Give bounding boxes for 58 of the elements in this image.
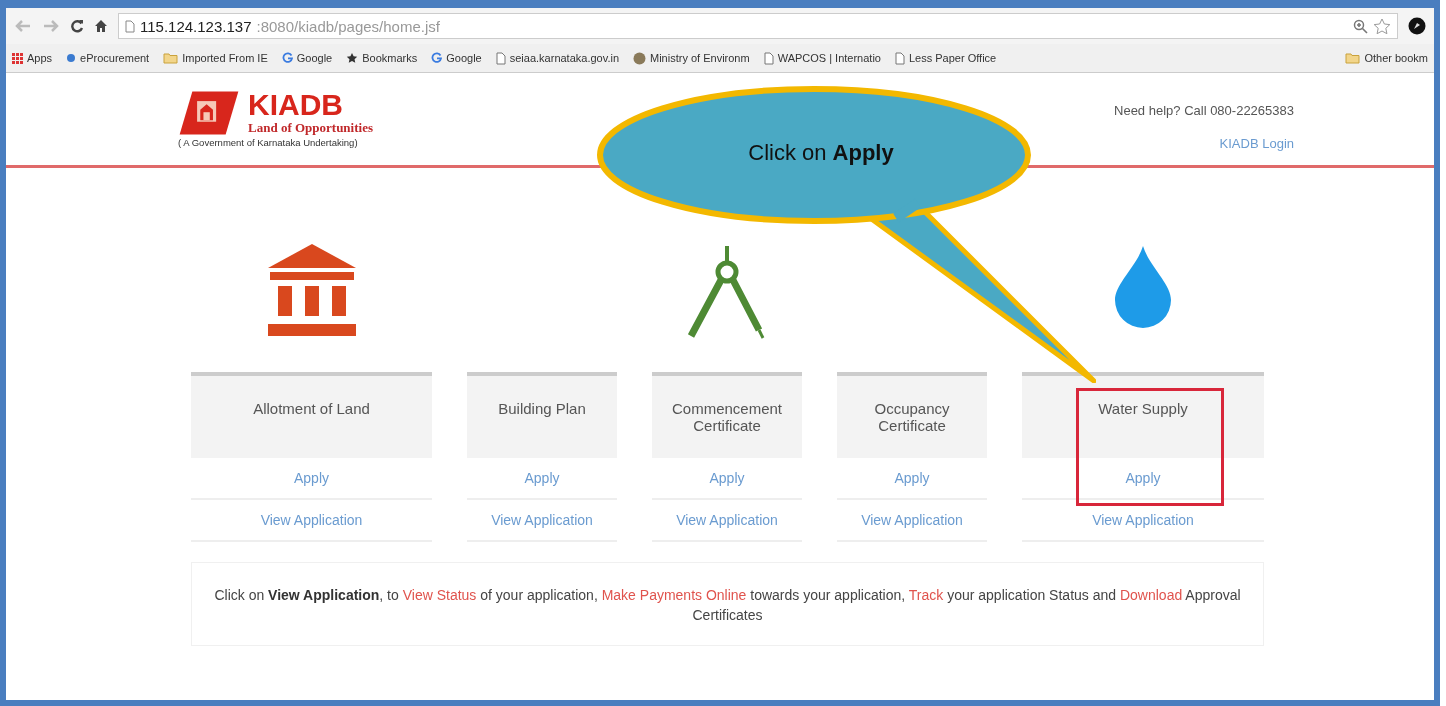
logo-icon xyxy=(178,90,240,136)
apply-link[interactable]: Apply xyxy=(837,458,987,500)
service-title: Building Plan xyxy=(467,376,617,458)
apply-link[interactable]: Apply xyxy=(1022,458,1264,500)
apply-link[interactable]: Apply xyxy=(467,458,617,500)
note-link[interactable]: Make Payments Online xyxy=(601,587,747,603)
view-application-link[interactable]: View Application xyxy=(837,500,987,542)
folder-icon xyxy=(1345,52,1361,64)
note-link[interactable]: Track xyxy=(908,587,944,603)
folder-icon xyxy=(163,52,179,64)
star-icon[interactable] xyxy=(1373,17,1391,35)
bookmark-item[interactable]: eProcurement xyxy=(66,52,150,64)
extension-icon[interactable] xyxy=(1408,17,1426,35)
service-title: Allotment of Land xyxy=(191,376,432,458)
google-icon xyxy=(281,52,293,64)
compass-icon xyxy=(687,244,767,340)
star-icon xyxy=(346,52,359,64)
page-icon xyxy=(495,51,506,65)
view-application-link[interactable]: View Application xyxy=(467,500,617,542)
bookmark-item[interactable]: Google xyxy=(431,52,482,64)
reload-icon[interactable] xyxy=(70,19,84,33)
help-text: Need help? Call 080-22265383 xyxy=(1114,103,1294,118)
dot-icon xyxy=(66,53,77,63)
callout-text: Click on Apply xyxy=(747,140,895,166)
service-title: Commencement Certificate xyxy=(652,376,802,458)
globe-icon xyxy=(633,51,646,65)
login-link[interactable]: KIADB Login xyxy=(1219,136,1294,151)
bookmark-item[interactable]: Other bookm xyxy=(1345,52,1428,64)
apply-link[interactable]: Apply xyxy=(191,458,432,500)
page-icon xyxy=(763,51,774,65)
home-icon[interactable] xyxy=(94,19,108,33)
zoom-icon[interactable] xyxy=(1353,18,1368,34)
note-link[interactable]: Download xyxy=(1119,587,1183,603)
bookmark-item[interactable]: WAPCOS | Internatio xyxy=(763,51,881,65)
view-application-link[interactable]: View Application xyxy=(1022,500,1264,542)
view-application-link[interactable]: View Application xyxy=(191,500,432,542)
view-application-link[interactable]: View Application xyxy=(652,500,802,542)
apps-icon xyxy=(12,52,23,64)
service-title: Occupancy Certificate xyxy=(837,376,987,458)
google-icon xyxy=(431,52,443,64)
address-field[interactable]: 115.124.123.137 :8080/kiadb/pages/home.jsf xyxy=(118,13,1398,39)
bookmark-item[interactable]: Imported From IE xyxy=(163,52,268,64)
bookmark-item[interactable]: Ministry of Environm xyxy=(633,51,750,65)
bookmark-item[interactable]: Google xyxy=(281,52,333,64)
bookmark-item[interactable]: seiaa.karnataka.gov.in xyxy=(495,51,619,65)
logo-subtitle: ( A Government of Karnataka Undertaking) xyxy=(178,137,359,148)
page-icon xyxy=(895,51,905,65)
apply-link[interactable]: Apply xyxy=(652,458,802,500)
page-icon xyxy=(125,19,135,33)
service-title: Water Supply xyxy=(1022,376,1264,458)
bookmark-item[interactable]: Less Paper Office xyxy=(895,51,997,65)
instruction-text: Click on View Application, to View Status of your application, Make Payments Online towards your application, Track your application Status and Download Approval Certificates xyxy=(213,586,1242,625)
logo-tagline: Land of Opportunities xyxy=(248,120,373,136)
bookmark-item[interactable]: Bookmarks xyxy=(346,52,418,64)
note-link[interactable]: View Status xyxy=(402,587,477,603)
logo-title: KIADB xyxy=(248,90,344,120)
water-drop-icon xyxy=(1113,244,1173,328)
bookmark-item[interactable]: Apps xyxy=(12,52,53,64)
